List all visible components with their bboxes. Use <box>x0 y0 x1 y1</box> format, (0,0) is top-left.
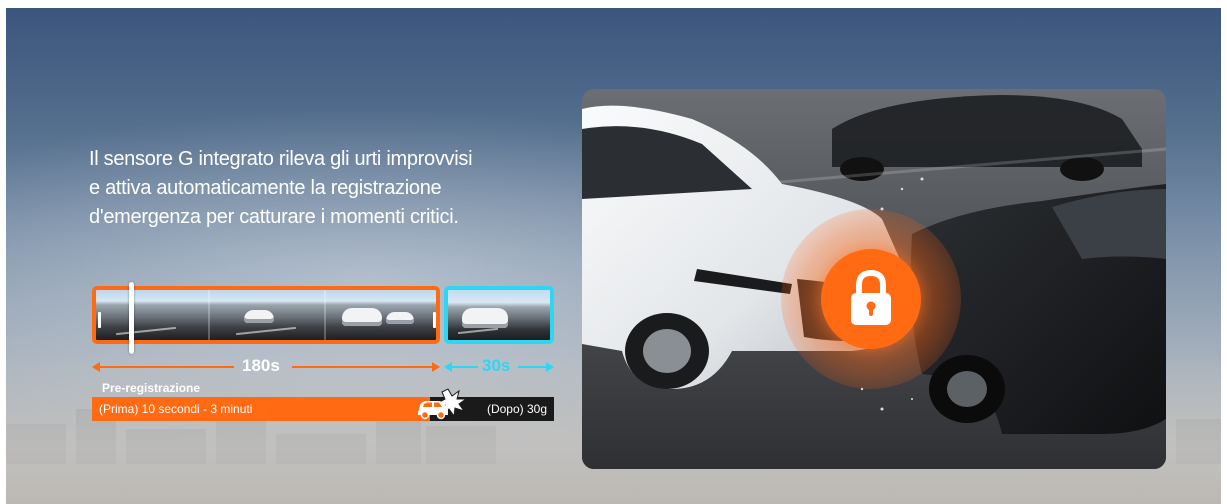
pre-recording-label: Pre-registrazione <box>102 381 201 395</box>
lock-badge <box>821 249 921 349</box>
timeline-scrubber[interactable] <box>129 282 134 354</box>
headline: Il sensore G integrato rileva gli urti i… <box>89 145 559 232</box>
strip-handle-right[interactable] <box>433 312 436 328</box>
recording-duration-bar: (Prima) 10 secondi - 3 minuti (Dopo) 30g <box>92 388 554 421</box>
car-crash-icon <box>418 388 468 420</box>
pre-recording-strip <box>92 286 440 344</box>
post-duration-label: 30s <box>482 356 511 375</box>
headline-line-1: Il sensore G integrato rileva gli urti i… <box>89 148 473 170</box>
pre-duration-arrow: 180s <box>92 356 440 375</box>
post-recording-bar-text: (Dopo) 30g <box>486 402 547 416</box>
hero-banner: Il sensore G integrato rileva gli urti i… <box>6 8 1221 504</box>
headline-line-2: e attiva automaticamente la registrazion… <box>89 177 442 199</box>
collision-photo <box>582 89 1166 469</box>
recording-timeline: 180s 30s Pre-registrazione (Prima) 10 se… <box>92 282 554 426</box>
lock-icon <box>851 269 891 325</box>
pre-recording-bar: (Prima) 10 secondi - 3 minuti <box>92 397 430 421</box>
pre-duration-label: 180s <box>242 356 280 375</box>
headline-line-3: d'emergenza per catturare i momenti crit… <box>89 206 459 228</box>
pre-recording-bar-text: (Prima) 10 secondi - 3 minuti <box>99 402 253 416</box>
post-duration-arrow: 30s <box>444 356 554 375</box>
post-recording-strip <box>444 286 554 344</box>
strip-handle-left[interactable] <box>98 312 101 328</box>
